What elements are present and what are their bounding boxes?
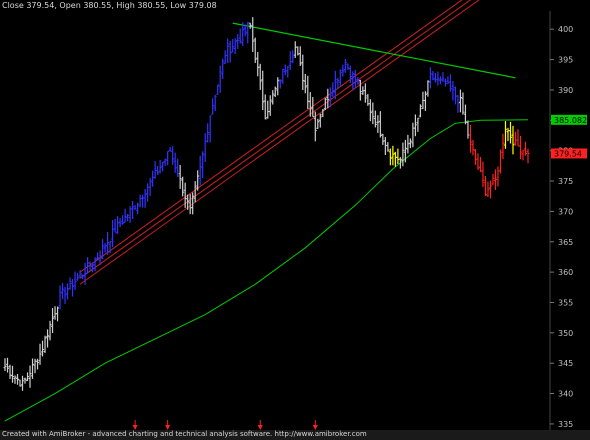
channel-line xyxy=(79,0,480,285)
y-tick-label: 400 xyxy=(558,25,573,34)
y-tick-label: 375 xyxy=(558,177,573,186)
price-chart[interactable]: 3353403453503553603653703753803853903954… xyxy=(0,0,590,440)
y-tick-label: 395 xyxy=(558,56,573,65)
y-tick-label: 340 xyxy=(558,390,573,399)
y-tick-label: 355 xyxy=(558,298,573,307)
y-tick-label: 390 xyxy=(558,86,573,95)
y-tick-label: 370 xyxy=(558,207,573,216)
price-tag-label: 385.082 xyxy=(554,116,587,125)
price-tag-label: 379.54 xyxy=(554,149,582,158)
y-tick-label: 350 xyxy=(558,329,573,338)
chart-window: Close 379.54, Open 380.55, High 380.55, … xyxy=(0,0,590,440)
footer-credit: Created with AmiBroker - advanced charti… xyxy=(2,430,367,438)
y-tick-label: 345 xyxy=(558,359,573,368)
resistance-trendline xyxy=(232,22,516,79)
y-tick-label: 365 xyxy=(558,238,573,247)
y-tick-label: 335 xyxy=(558,420,573,429)
y-tick-label: 360 xyxy=(558,268,573,277)
